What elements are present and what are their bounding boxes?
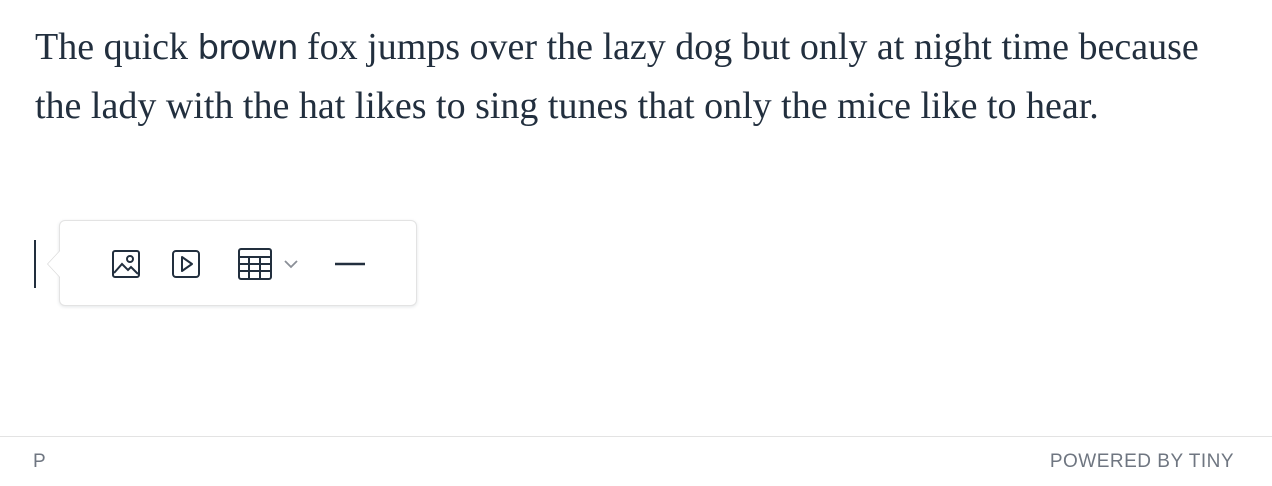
- toolbar-pointer-arrow: [47, 250, 60, 278]
- insert-media-button[interactable]: [164, 242, 208, 286]
- table-icon: [237, 247, 273, 281]
- quick-insert-toolbar: [47, 220, 417, 306]
- element-path[interactable]: P: [33, 451, 46, 473]
- editor-paragraph[interactable]: The quick brown fox jumps over the lazy …: [35, 18, 1225, 135]
- media-icon: [171, 249, 201, 279]
- horizontal-rule-icon: [334, 261, 366, 267]
- editor: The quick brown fox jumps over the lazy …: [0, 0, 1272, 486]
- paragraph-text-start: The quick: [35, 26, 198, 68]
- insert-table-button[interactable]: [230, 242, 306, 286]
- text-cursor: [34, 240, 36, 288]
- image-icon: [111, 249, 141, 279]
- status-bar: P POWERED BY TINY: [0, 436, 1272, 486]
- editor-content-area[interactable]: The quick brown fox jumps over the lazy …: [35, 18, 1225, 135]
- powered-by-tiny-link[interactable]: POWERED BY TINY: [1050, 451, 1234, 473]
- chevron-down-icon: [283, 259, 299, 269]
- insert-image-button[interactable]: [104, 242, 148, 286]
- bold-word: brown: [197, 28, 299, 68]
- insert-horizontal-rule-button[interactable]: [328, 242, 372, 286]
